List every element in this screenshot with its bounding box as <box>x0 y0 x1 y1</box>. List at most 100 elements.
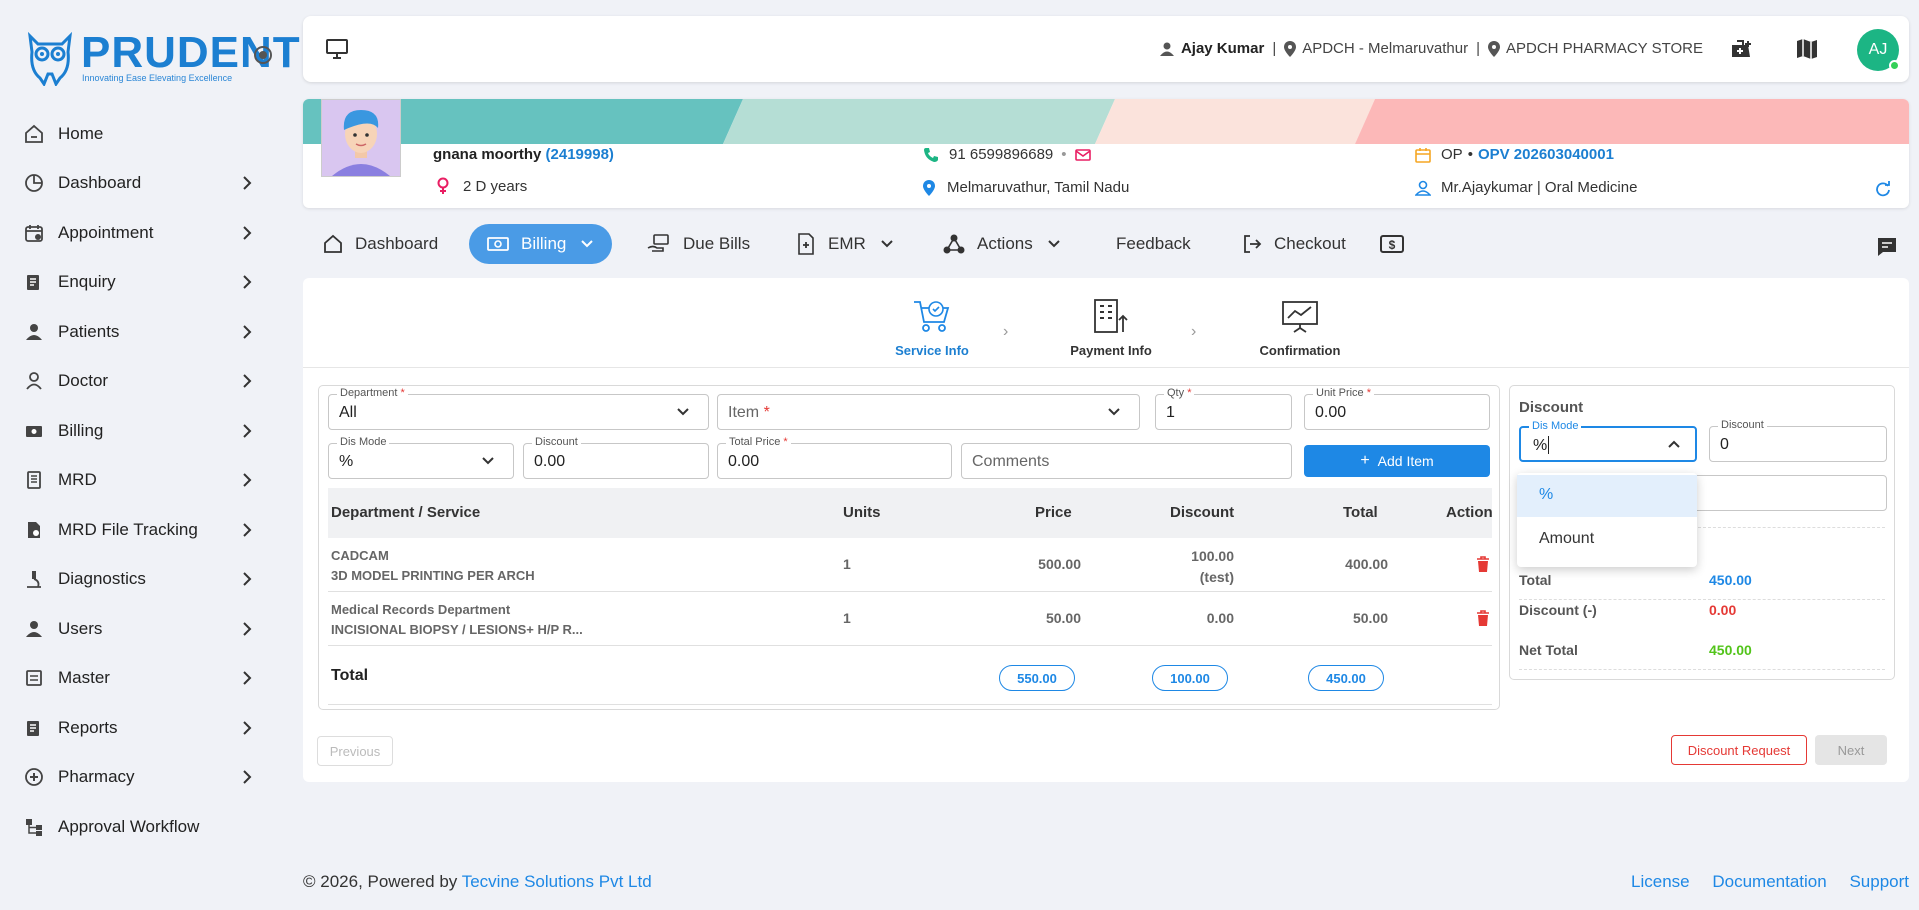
add-item-label: Add Item <box>1377 453 1434 469</box>
tab-feedback[interactable]: Feedback <box>1116 224 1191 264</box>
sidebar-item-mrd[interactable]: MRD <box>22 462 262 498</box>
sidebar-item-diagnostics[interactable]: Diagnostics <box>22 561 262 597</box>
sidebar-item-billing[interactable]: Billing <box>22 413 262 449</box>
dropdown-option-amount[interactable]: Amount <box>1517 519 1697 561</box>
sidebar-toggle-icon[interactable] <box>254 46 272 64</box>
pharmacy-icon <box>22 765 46 789</box>
sidebar-item-reports[interactable]: Reports <box>22 710 262 746</box>
row-price: 50.00 <box>1045 610 1081 626</box>
sidebar-item-home[interactable]: Home <box>22 116 262 152</box>
online-status-dot <box>1889 60 1900 71</box>
discount-request-button[interactable]: Discount Request <box>1671 735 1807 765</box>
tab-checkout[interactable]: Checkout <box>1242 224 1346 264</box>
chevron-down-icon <box>1108 408 1120 416</box>
store-name[interactable]: APDCH PHARMACY STORE <box>1506 40 1703 57</box>
sidebar-item-pharmacy[interactable]: Pharmacy <box>22 759 262 795</box>
total-price-field[interactable]: Total Price * 0.00 <box>717 436 952 479</box>
user-icon <box>1159 42 1174 56</box>
step-confirmation[interactable]: Confirmation <box>1240 298 1360 358</box>
total-label: Total <box>331 667 369 684</box>
money-icon <box>487 235 509 253</box>
support-link[interactable]: Support <box>1849 872 1909 891</box>
unit-price-field[interactable]: Unit Price * 0.00 <box>1304 387 1490 430</box>
chevron-right-icon <box>243 374 252 388</box>
plus-icon: + <box>1360 452 1370 469</box>
sidebar-item-enquiry[interactable]: Enquiry <box>22 264 262 300</box>
add-item-button[interactable]: + Add Item <box>1304 445 1490 477</box>
documentation-link[interactable]: Documentation <box>1712 872 1826 891</box>
department-select[interactable]: Department * All <box>328 387 709 430</box>
license-link[interactable]: License <box>1631 872 1690 891</box>
logout-icon <box>1242 234 1262 254</box>
qty-field[interactable]: Qty * 1 <box>1155 387 1292 430</box>
patient-avatar-icon <box>322 100 400 176</box>
sidebar-item-master[interactable]: Master <box>22 660 262 696</box>
delete-icon[interactable] <box>1476 610 1490 626</box>
next-button[interactable]: Next <box>1815 735 1887 765</box>
refresh-icon[interactable] <box>1875 181 1891 197</box>
sidebar-item-dashboard[interactable]: Dashboard <box>22 165 262 201</box>
sidebar-item-label: Doctor <box>58 371 109 390</box>
monitor-icon[interactable] <box>325 38 349 60</box>
file-search-icon <box>22 518 46 542</box>
dis-mode-select[interactable]: Dis Mode % <box>328 436 514 479</box>
home-icon <box>323 234 343 254</box>
dis-mode-value: % <box>339 453 354 470</box>
visit-type: OP <box>1441 146 1463 163</box>
location-name[interactable]: APDCH - Melmaruvathur <box>1302 40 1468 57</box>
chevron-right-icon <box>243 770 252 784</box>
summary-net-label: Net Total <box>1519 642 1578 658</box>
item-select[interactable]: Item * <box>717 394 1140 430</box>
tab-actions[interactable]: Actions <box>943 224 1061 264</box>
tab-label: Actions <box>977 234 1033 253</box>
sidebar-item-approval-workflow[interactable]: Approval Workflow <box>22 809 262 845</box>
chevron-right-icon <box>243 671 252 685</box>
step-payment-info[interactable]: Payment Info <box>1056 298 1166 358</box>
calendar-clock-icon <box>22 221 46 245</box>
patient-banner: gnana moorthy (2419998) 2 D years 91 659… <box>303 99 1909 208</box>
medical-kit-icon[interactable] <box>1729 37 1753 61</box>
delete-icon[interactable] <box>1476 556 1490 572</box>
row-service: Medical Records Department INCISIONAL BI… <box>331 600 583 640</box>
visit-number[interactable]: OPV 202603040001 <box>1478 146 1614 163</box>
previous-button[interactable]: Previous <box>317 736 393 766</box>
company-link[interactable]: Tecvine Solutions Pvt Ltd <box>462 872 652 891</box>
row-discount: 0.00 <box>1206 610 1234 626</box>
patient-id[interactable]: (2419998) <box>546 146 614 163</box>
chevron-right-icon <box>243 176 252 190</box>
tab-label: Dashboard <box>355 234 439 253</box>
dropdown-option-percent[interactable]: % <box>1517 475 1697 517</box>
discount-field[interactable]: Discount 0.00 <box>523 436 709 479</box>
sidebar-item-users[interactable]: Users <box>22 611 262 647</box>
comments-field[interactable]: Comments <box>961 443 1292 479</box>
summary-net-row: Net Total 450.00 <box>1519 630 1885 670</box>
tab-billing[interactable]: Billing <box>469 224 613 264</box>
sidebar-item-doctor[interactable]: Doctor <box>22 363 262 399</box>
tab-due-bills[interactable]: Due Bills <box>647 224 750 264</box>
total-discount-pill: 100.00 <box>1152 665 1228 691</box>
top-bar: Ajay Kumar | APDCH - Melmaruvathur | APD… <box>303 16 1909 82</box>
summary-dis-mode-select[interactable]: Dis Mode % <box>1519 420 1697 462</box>
mail-icon[interactable] <box>1074 148 1091 161</box>
sidebar-item-mrd-file-tracking[interactable]: MRD File Tracking <box>22 512 262 548</box>
sidebar-item-appointment[interactable]: Appointment <box>22 215 262 251</box>
brand-logo[interactable]: PRUDENT Innovating Ease Elevating Excell… <box>26 28 300 88</box>
patient-age-text: 2 D years <box>463 177 528 195</box>
summary-total-label: Total <box>1519 572 1552 588</box>
tab-label: Due Bills <box>683 234 751 253</box>
pie-chart-icon <box>22 171 46 195</box>
user-avatar[interactable]: AJ <box>1857 29 1900 71</box>
map-icon[interactable] <box>1795 37 1819 61</box>
chevron-right-icon <box>243 275 252 289</box>
tab-cash[interactable]: $ <box>1380 224 1404 264</box>
tab-emr[interactable]: EMR <box>796 224 894 264</box>
sidebar-item-patients[interactable]: Patients <box>22 314 262 350</box>
summary-discount-field[interactable]: Discount 0 <box>1709 419 1887 462</box>
step-service-info[interactable]: Service Info <box>877 298 987 358</box>
chat-icon[interactable] <box>1876 236 1898 258</box>
location-pin-icon <box>1488 40 1500 57</box>
tab-dashboard[interactable]: Dashboard <box>323 224 438 264</box>
chevron-right-icon <box>243 622 252 636</box>
table-row: CADCAM 3D MODEL PRINTING PER ARCH 1 500.… <box>328 538 1492 592</box>
presentation-chart-icon <box>1282 301 1318 333</box>
